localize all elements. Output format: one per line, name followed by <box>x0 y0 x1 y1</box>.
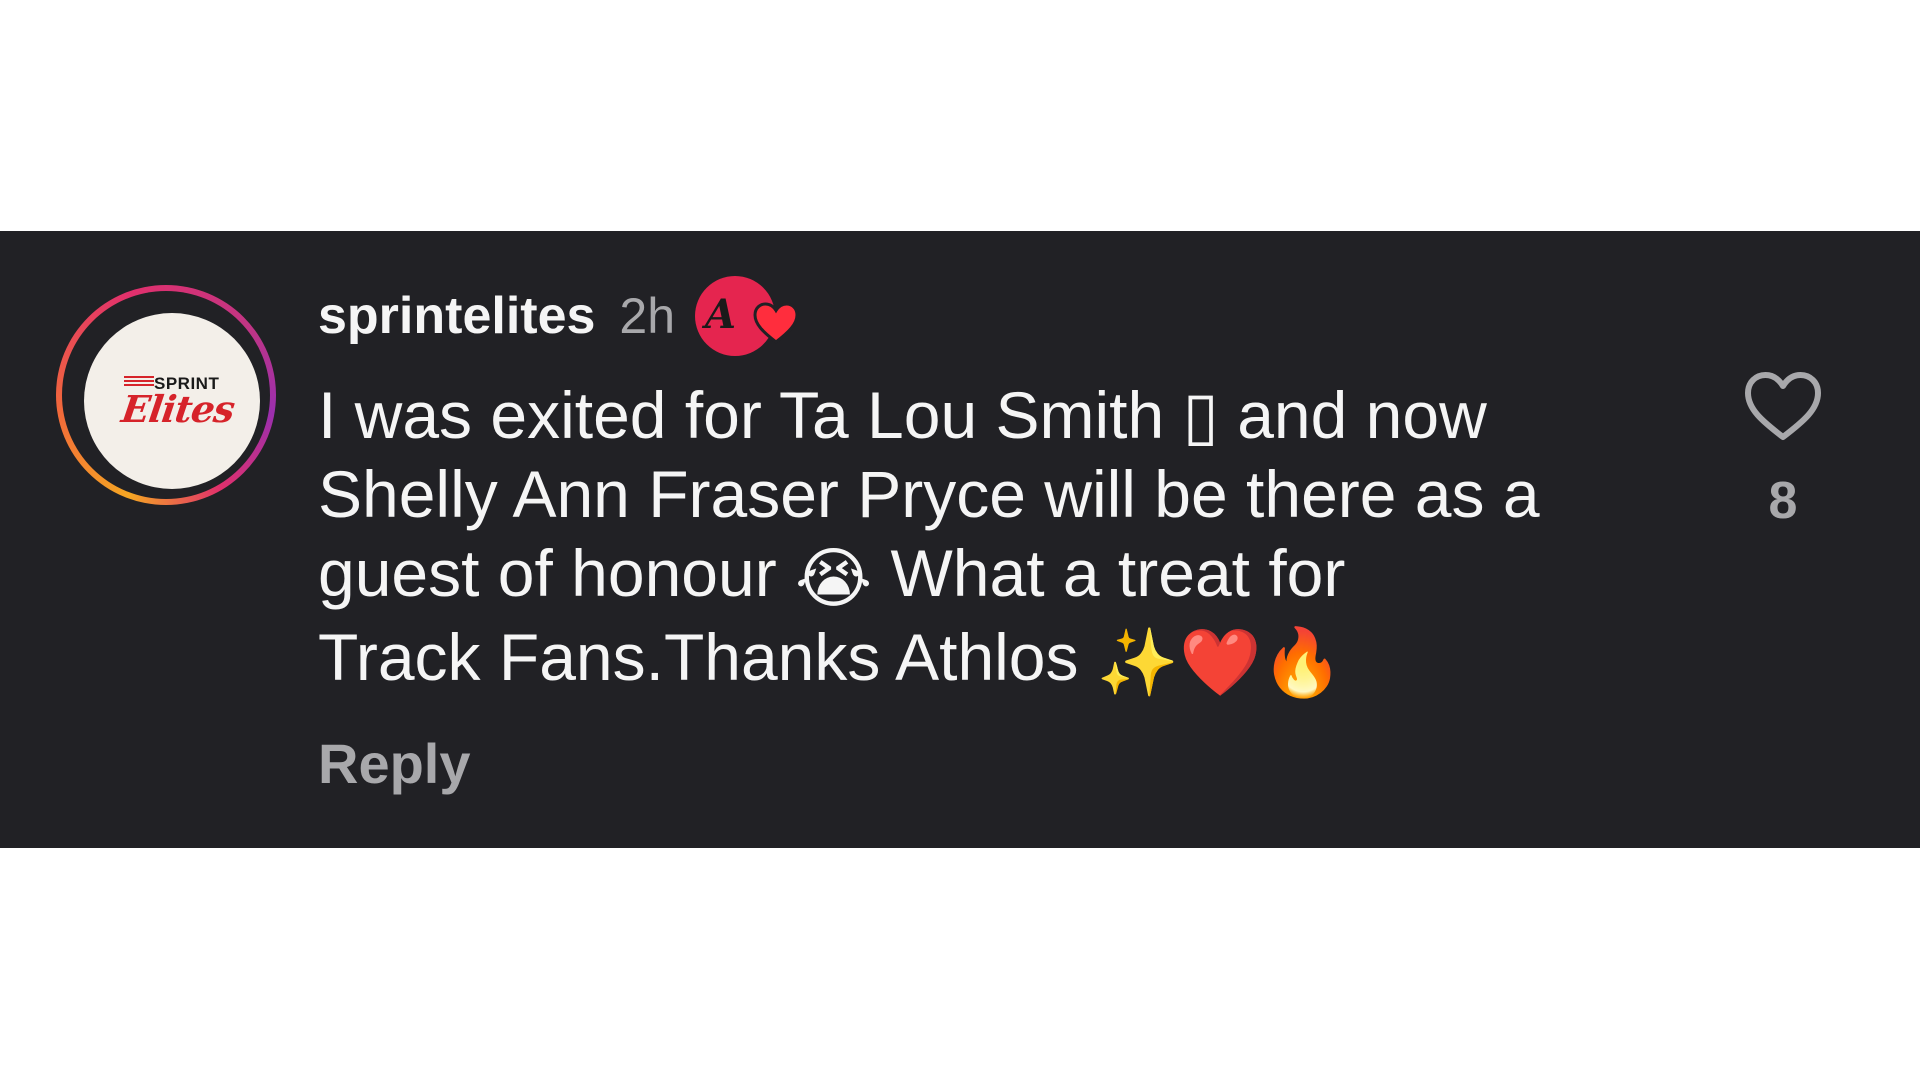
comment-line-2: Shelly Ann Fraser Pryce will be there as… <box>318 457 1540 531</box>
avatar-story-ring[interactable]: SPRINT Elites <box>56 285 276 505</box>
comment-header: sprintelites 2h A <box>318 276 805 356</box>
reply-button[interactable]: Reply <box>318 731 471 796</box>
comment-text: I was exited for Ta Lou Smith ▯ and now … <box>318 376 1698 702</box>
creator-logo-mark: A <box>705 291 737 338</box>
comment-item: SPRINT Elites sprintelites 2h A I was ex… <box>0 231 1920 848</box>
timestamp: 2h <box>619 288 676 344</box>
red-heart-emoji: ❤️ <box>1179 624 1262 702</box>
comment-line-3-text: guest of honour <box>318 536 777 610</box>
comment-line-1: I was exited for Ta Lou Smith ▯ and now <box>318 378 1487 452</box>
heart-filled-icon <box>753 302 799 344</box>
comment-line-3-tail: What a treat for <box>890 536 1346 610</box>
creator-liked-badge: A <box>695 276 805 356</box>
comment-line-4-text: Track Fans.Thanks Athlos <box>318 620 1079 695</box>
comment-line-3: guest of honour 😭 What a treat for <box>318 534 1698 618</box>
logo-text-bottom: Elites <box>118 387 237 431</box>
username[interactable]: sprintelites <box>318 286 595 346</box>
heart-outline-icon[interactable] <box>1742 369 1824 443</box>
avatar: SPRINT Elites <box>84 313 260 489</box>
sparkles-emoji: ✨ <box>1096 624 1180 702</box>
comment-line-4: Track Fans.Thanks Athlos ✨❤️🔥 <box>318 618 1698 702</box>
page: SPRINT Elites sprintelites 2h A I was ex… <box>0 0 1920 1080</box>
crying-face-emoji: 😭 <box>795 540 873 618</box>
like-count: 8 <box>1768 472 1798 530</box>
fire-emoji: 🔥 <box>1261 624 1344 702</box>
